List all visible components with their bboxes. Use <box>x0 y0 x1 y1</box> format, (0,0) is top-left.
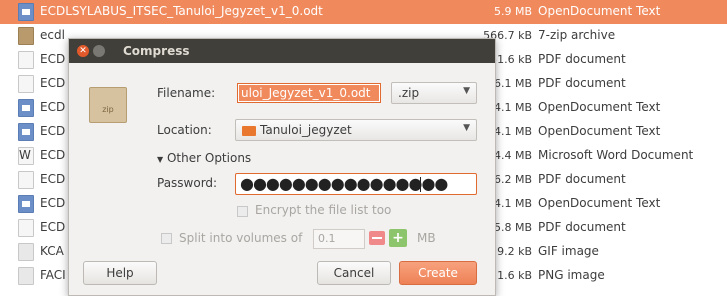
file-name: ECD <box>40 220 66 234</box>
split-label: Split into volumes of <box>179 231 303 245</box>
file-type: GIF image <box>538 244 599 258</box>
split-checkbox[interactable] <box>161 233 172 244</box>
odt-file-icon <box>18 195 34 213</box>
file-type: PDF document <box>538 172 626 186</box>
chevron-down-icon: ▼ <box>463 86 470 96</box>
increment-button[interactable]: + <box>389 229 407 247</box>
file-type: OpenDocument Text <box>538 100 661 114</box>
file-size: 4.4 MB <box>493 149 532 162</box>
file-name: ECD <box>40 100 66 114</box>
password-field[interactable]: ●●●●●●●●●●●●●●●● <box>235 173 477 195</box>
file-name: ECD <box>40 148 66 162</box>
file-size: 6.1 MB <box>493 77 532 90</box>
file-type: PDF document <box>538 220 626 234</box>
file-name: ECD <box>40 172 66 186</box>
filename-value: uloi_Jegyzet_v1_0.odt <box>239 85 379 101</box>
help-button[interactable]: Help <box>83 261 157 285</box>
other-options-expander[interactable]: ▼ Other Options <box>157 151 251 165</box>
filename-label: Filename: <box>157 86 216 100</box>
file-name: FACI <box>40 268 66 282</box>
other-options-label: Other Options <box>166 151 252 165</box>
file-size: 4.1 MB <box>493 197 532 210</box>
gif-file-icon <box>18 243 34 261</box>
dialog-title: Compress <box>123 44 190 58</box>
pdf-file-icon <box>18 51 34 69</box>
location-label: Location: <box>157 123 212 137</box>
file-size: 9.2 kB <box>497 245 532 258</box>
minimize-icon[interactable] <box>93 45 105 57</box>
file-type: OpenDocument Text <box>538 4 661 18</box>
file-name: ECDLSYLABUS_ITSEC_Tanuloi_Jegyzet_v1_0.o… <box>40 4 323 18</box>
encrypt-label: Encrypt the file list too <box>255 203 392 217</box>
extension-dropdown[interactable]: .zip ▼ <box>391 82 477 104</box>
file-size: 6.2 MB <box>493 173 532 186</box>
dialog-titlebar: ✕ Compress <box>69 39 495 63</box>
file-type: 7-zip archive <box>538 28 616 42</box>
cancel-button[interactable]: Cancel <box>317 261 391 285</box>
compress-dialog: ✕ Compress zip Filename: uloi_Jegyzet_v1… <box>68 38 496 296</box>
password-label: Password: <box>157 176 218 190</box>
encrypt-checkbox[interactable] <box>237 206 248 217</box>
file-name: ECD <box>40 76 66 90</box>
pdf-file-icon <box>18 75 34 93</box>
file-size: 4.1 MB <box>493 125 532 138</box>
file-size: 5.8 MB <box>493 221 532 234</box>
file-type: PDF document <box>538 76 626 90</box>
password-mask: ●●●●●●●●●●●●●●●● <box>240 174 448 193</box>
expander-triangle-icon: ▼ <box>157 155 164 164</box>
odt-file-icon <box>18 123 34 141</box>
file-type: PNG image <box>538 268 605 282</box>
file-row[interactable]: ECDLSYLABUS_ITSEC_Tanuloi_Jegyzet_v1_0.o… <box>0 0 727 24</box>
filename-input[interactable]: uloi_Jegyzet_v1_0.odt <box>237 83 381 103</box>
file-type: OpenDocument Text <box>538 196 661 210</box>
png-file-icon <box>18 267 34 285</box>
word-file-icon: W <box>18 147 34 165</box>
file-name: ECD <box>40 52 66 66</box>
zip-file-icon <box>18 27 34 45</box>
odt-file-icon <box>18 99 34 117</box>
file-size: 4.1 MB <box>493 101 532 114</box>
file-type: OpenDocument Text <box>538 124 661 138</box>
zip-archive-icon: zip <box>89 87 127 123</box>
pdf-file-icon <box>18 171 34 189</box>
split-size-input[interactable]: 0.1 <box>313 229 365 249</box>
pdf-file-icon <box>18 219 34 237</box>
chevron-down-icon: ▼ <box>463 123 470 133</box>
file-size: 5.9 MB <box>493 5 532 18</box>
split-unit: MB <box>417 231 436 245</box>
extension-value: .zip <box>398 86 420 100</box>
decrement-button[interactable] <box>369 231 385 245</box>
file-name: ECD <box>40 196 66 210</box>
file-name: ecdl <box>40 28 65 42</box>
close-icon[interactable]: ✕ <box>77 45 89 57</box>
file-type: PDF document <box>538 52 626 66</box>
file-name: ECD <box>40 124 66 138</box>
location-value: Tanuloi_jegyzet <box>260 123 352 137</box>
location-dropdown[interactable]: Tanuloi_jegyzet ▼ <box>235 119 477 141</box>
odt-file-icon <box>18 3 34 21</box>
folder-icon <box>242 126 256 136</box>
text-cursor <box>420 177 421 192</box>
create-button[interactable]: Create <box>399 261 477 285</box>
file-name: KCA <box>40 244 64 258</box>
file-type: Microsoft Word Document <box>538 148 694 162</box>
